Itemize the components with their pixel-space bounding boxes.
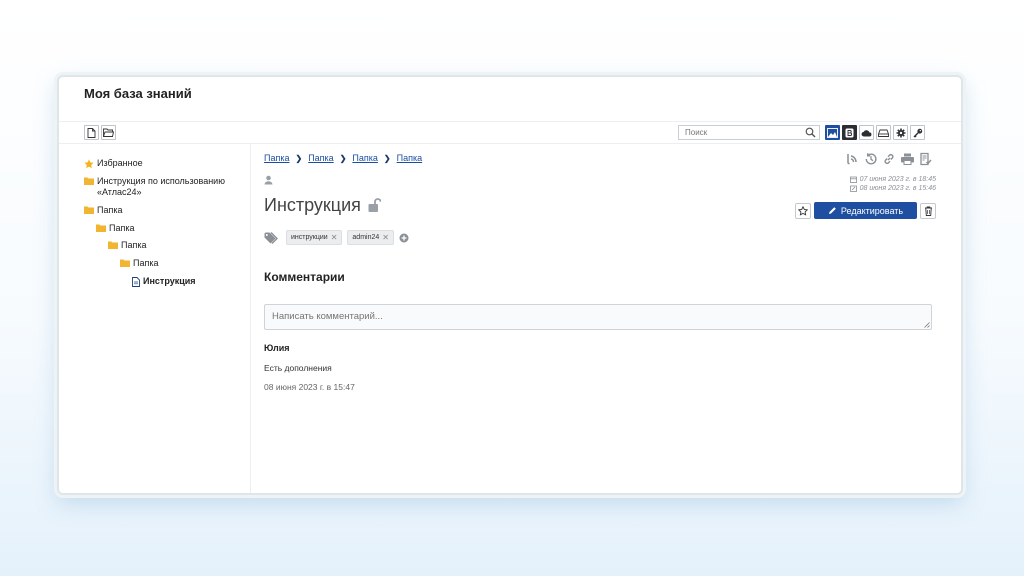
access-button[interactable] — [910, 125, 925, 140]
breadcrumb: Папка ❯ Папка ❯ Папка ❯ Папка — [264, 153, 422, 163]
sidebar-item-folder[interactable]: Папка — [108, 240, 147, 251]
rss-icon[interactable] — [846, 152, 860, 166]
toolbar-right — [825, 125, 925, 140]
document-buttons: Редактировать — [795, 202, 936, 219]
image-button[interactable] — [825, 125, 840, 140]
document-dates: 07 июня 2023 г. в 18:45 08 июня 2023 г. … — [849, 175, 936, 193]
created-date: 07 июня 2023 г. в 18:45 — [849, 175, 936, 184]
search-icon[interactable] — [805, 127, 816, 138]
comment-date: 08 июня 2023 г. в 15:47 — [264, 382, 355, 392]
document-title: Инструкция — [264, 195, 381, 216]
cloud-icon — [861, 129, 872, 137]
settings-button[interactable] — [893, 125, 908, 140]
folder-icon — [96, 224, 106, 232]
document-icon — [132, 277, 140, 287]
comment-author: Юлия — [264, 343, 290, 353]
b-button[interactable] — [842, 125, 857, 140]
key-icon — [913, 128, 922, 137]
edit-button-label: Редактировать — [840, 205, 904, 216]
drive-button[interactable] — [876, 125, 891, 140]
new-folder-button[interactable] — [101, 125, 116, 140]
checklist-icon[interactable] — [919, 152, 933, 166]
sidebar-item-label: Папка — [121, 240, 147, 250]
toolbar-left — [84, 125, 116, 140]
header-divider — [59, 121, 961, 122]
modified-date: 08 июня 2023 г. в 15:46 — [849, 184, 936, 193]
calendar-icon — [849, 176, 857, 183]
open-folder-icon — [103, 128, 114, 137]
tags-icon — [264, 231, 278, 244]
chevron-right-icon: ❯ — [383, 153, 391, 163]
chevron-right-icon: ❯ — [339, 153, 347, 163]
unlock-icon[interactable] — [368, 198, 381, 213]
breadcrumb-link[interactable]: Папка — [308, 153, 334, 163]
sidebar-item-folder[interactable]: Папка — [84, 205, 123, 216]
author-icon — [264, 175, 273, 185]
sidebar-item-favorites[interactable]: Избранное — [84, 158, 143, 169]
b-letter-icon — [845, 128, 854, 137]
comments-heading: Комментарии — [264, 270, 345, 284]
comment-text: Есть дополнения — [264, 363, 332, 373]
breadcrumb-link[interactable]: Папка — [352, 153, 378, 163]
new-document-icon — [87, 127, 96, 138]
add-tag-icon[interactable] — [399, 233, 409, 243]
folder-icon — [84, 177, 94, 185]
page-title: Инструкция — [264, 195, 361, 215]
trash-icon — [924, 206, 932, 216]
image-icon — [827, 127, 838, 138]
edit-button[interactable]: Редактировать — [814, 202, 917, 219]
app-window: Моя база знаний Поиск Избранное Инструкц… — [57, 75, 963, 495]
breadcrumb-link[interactable]: Папка — [264, 153, 290, 163]
history-icon[interactable] — [864, 152, 878, 166]
star-outline-icon — [798, 205, 808, 216]
tag[interactable]: admin24 ✕ — [347, 230, 394, 245]
gear-icon — [896, 128, 905, 137]
sidebar-item-label: Папка — [109, 223, 135, 233]
link-icon[interactable] — [882, 152, 896, 166]
favorite-button[interactable] — [795, 202, 811, 219]
print-icon[interactable] — [900, 152, 915, 166]
sidebar-item-label: Папка — [133, 258, 159, 268]
folder-icon — [84, 206, 94, 214]
search-box — [678, 125, 820, 140]
star-icon — [84, 159, 94, 169]
sidebar-item-label: Папка — [97, 205, 123, 215]
sidebar-item-label: Инструкция — [143, 276, 196, 286]
sidebar-item-atlas24[interactable]: Инструкция по использованию «Атлас24» — [84, 176, 234, 198]
breadcrumb-link[interactable]: Папка — [397, 153, 423, 163]
pencil-icon — [828, 207, 836, 214]
cloud-button[interactable] — [859, 125, 874, 140]
edit-date-icon — [849, 185, 857, 192]
document-actions — [846, 152, 933, 166]
sidebar-item-label: Инструкция по использованию «Атлас24» — [97, 176, 225, 197]
delete-button[interactable] — [920, 202, 936, 219]
sidebar: Избранное Инструкция по использованию «А… — [59, 144, 251, 493]
chevron-right-icon: ❯ — [295, 153, 303, 163]
folder-icon — [108, 241, 118, 249]
app-title: Моя база знаний — [84, 86, 192, 101]
drive-icon — [878, 129, 889, 137]
sidebar-item-label: Избранное — [97, 158, 143, 168]
sidebar-item-folder[interactable]: Папка — [120, 258, 159, 269]
new-document-button[interactable] — [84, 125, 99, 140]
close-icon[interactable]: ✕ — [331, 233, 338, 242]
comment-input[interactable] — [265, 305, 931, 329]
main-content: Папка ❯ Папка ❯ Папка ❯ Папка 07 июня 20… — [251, 144, 961, 493]
tags-row: инструкции ✕ admin24 ✕ — [264, 230, 409, 245]
comment-field — [264, 304, 932, 330]
tag[interactable]: инструкции ✕ — [286, 230, 343, 245]
folder-icon — [120, 259, 130, 267]
sidebar-item-instruction[interactable]: Инструкция — [132, 276, 196, 287]
search-input[interactable] — [679, 126, 805, 139]
sidebar-item-folder[interactable]: Папка — [96, 223, 135, 234]
close-icon[interactable]: ✕ — [382, 233, 389, 242]
resize-handle-icon[interactable] — [923, 321, 930, 328]
